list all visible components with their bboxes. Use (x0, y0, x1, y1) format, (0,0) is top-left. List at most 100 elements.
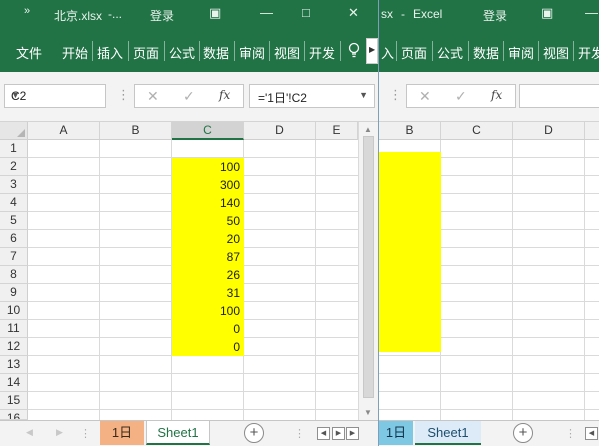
add-sheet-button[interactable]: + (244, 423, 264, 443)
file-name: 北京.xlsx (54, 9, 103, 23)
highlighted-range[interactable] (379, 152, 441, 352)
cell-c6[interactable]: 20 (172, 230, 244, 248)
scroll-left-button[interactable]: ◀ (317, 427, 330, 440)
row-header[interactable]: 6 (0, 230, 28, 248)
row-header[interactable]: 15 (0, 392, 28, 410)
row-header[interactable]: 16 (0, 410, 28, 420)
sheet-tab-sheet1[interactable]: Sheet1 (415, 421, 481, 445)
chevron-down-icon[interactable]: ▼ (11, 90, 101, 100)
cell-c9[interactable]: 31 (172, 284, 244, 302)
cancel-icon[interactable]: ✕ (419, 88, 431, 105)
add-sheet-button[interactable]: + (513, 423, 533, 443)
column-header-c[interactable]: C (172, 122, 244, 140)
scroll-left-button[interactable]: ◀ (585, 427, 598, 440)
scroll-right-button[interactable]: ▶ (332, 427, 345, 440)
column-header-b[interactable]: B (100, 122, 172, 140)
cell-c10[interactable]: 100 (172, 302, 244, 320)
login-link[interactable]: 登录 (150, 7, 174, 24)
column-header-b[interactable]: B (379, 122, 441, 140)
cell-c5[interactable]: 50 (172, 212, 244, 230)
tab-insert[interactable]: 插入 (97, 43, 123, 62)
column-header-c[interactable]: C (441, 122, 513, 140)
sheet-tab-sheet1[interactable]: Sheet1 (146, 421, 210, 445)
sheet-tab-1ri[interactable]: 1日 (379, 421, 413, 445)
insert-function-icon[interactable]: fx (219, 88, 230, 102)
cell-c7[interactable]: 87 (172, 248, 244, 266)
tab-page-layout[interactable]: 页面 (401, 43, 427, 62)
row-header[interactable]: 2 (0, 158, 28, 176)
ribbon-scroll-right-button[interactable]: ▶ (366, 38, 378, 64)
column-header-e[interactable]: E (316, 122, 358, 140)
row-header[interactable]: 14 (0, 374, 28, 392)
enter-check-icon[interactable]: ✓ (455, 88, 467, 105)
tab-data[interactable]: 数据 (473, 43, 499, 62)
cell-grid[interactable]: 100 300 140 50 20 87 26 31 100 0 0 (28, 140, 358, 420)
column-header-a[interactable]: A (28, 122, 100, 140)
sheet-tab-1ri[interactable]: 1日 (100, 421, 144, 445)
tab-page-layout[interactable]: 页面 (133, 43, 159, 62)
scroll-down-icon[interactable]: ▼ (364, 408, 372, 417)
cell-c3[interactable]: 300 (172, 176, 244, 194)
vertical-scrollbar[interactable]: ▲ ▼ (358, 122, 378, 420)
insert-function-icon[interactable]: fx (491, 88, 502, 102)
row-header[interactable]: 4 (0, 194, 28, 212)
enter-check-icon[interactable]: ✓ (183, 88, 195, 105)
formula-input[interactable] (519, 84, 599, 108)
chevron-down-icon[interactable]: ▼ (359, 90, 368, 100)
tab-file[interactable]: 文件 (16, 43, 42, 62)
row-header[interactable]: 12 (0, 338, 28, 356)
tab-view[interactable]: 视图 (274, 43, 300, 62)
formula-buttons: ✕ ✓ fx (406, 84, 516, 108)
tab-formulas[interactable]: 公式 (437, 43, 463, 62)
close-icon[interactable]: ✕ (348, 5, 359, 21)
row-header[interactable]: 13 (0, 356, 28, 374)
minimize-icon[interactable]: — (585, 5, 598, 20)
row-header[interactable]: 9 (0, 284, 28, 302)
login-link[interactable]: 登录 (483, 7, 507, 24)
tab-review[interactable]: 审阅 (239, 43, 265, 62)
row-header[interactable]: 7 (0, 248, 28, 266)
tab-review[interactable]: 审阅 (508, 43, 534, 62)
cell-c11[interactable]: 0 (172, 320, 244, 338)
cell-c2[interactable]: 100 (172, 158, 244, 176)
quick-access-icon[interactable]: » (24, 5, 30, 17)
lightbulb-icon[interactable] (348, 42, 360, 60)
column-header-partial[interactable] (585, 122, 599, 140)
tab-view[interactable]: 视图 (543, 43, 569, 62)
cell-c8[interactable]: 26 (172, 266, 244, 284)
row-header[interactable]: 11 (0, 320, 28, 338)
formula-input[interactable]: ='1日'!C2 ▼ (249, 84, 375, 108)
cancel-icon[interactable]: ✕ (147, 88, 159, 105)
drag-handle-icon[interactable]: ⋮ (117, 87, 130, 103)
cell-c12[interactable]: 0 (172, 338, 244, 356)
row-header[interactable]: 3 (0, 176, 28, 194)
tab-developer[interactable]: 开发 (309, 43, 335, 62)
row-header[interactable]: 1 (0, 140, 28, 158)
select-all-corner[interactable] (0, 122, 28, 140)
row-header[interactable]: 5 (0, 212, 28, 230)
tab-developer[interactable]: 开发 (578, 43, 599, 62)
prev-sheet-icon[interactable]: ◀ (26, 427, 33, 438)
restore-icon[interactable]: □ (302, 5, 310, 20)
title-bar: » 北京.xlsx -... 登录 ▣ — □ ✕ (0, 0, 378, 30)
tab-data[interactable]: 数据 (203, 43, 229, 62)
scroll-right-end-button[interactable]: ▶ (346, 427, 359, 440)
tab-insert-partial[interactable]: 入 (381, 43, 394, 62)
scroll-up-icon[interactable]: ▲ (364, 125, 372, 134)
scroll-thumb[interactable] (363, 136, 374, 398)
ribbon-display-options-icon[interactable]: ▣ (209, 5, 221, 21)
row-header[interactable]: 8 (0, 266, 28, 284)
cell-c4[interactable]: 140 (172, 194, 244, 212)
tab-home[interactable]: 开始 (62, 43, 88, 62)
minimize-icon[interactable]: — (260, 5, 273, 20)
row-header[interactable]: 10 (0, 302, 28, 320)
name-box[interactable]: C2 ▼ (4, 84, 106, 108)
next-sheet-icon[interactable]: ▶ (56, 427, 63, 438)
cell-grid[interactable] (379, 140, 599, 420)
column-header-d[interactable]: D (244, 122, 316, 140)
column-header-d[interactable]: D (513, 122, 585, 140)
ribbon-display-options-icon[interactable]: ▣ (541, 5, 553, 21)
formula-bar: C2 ▼ ⋮ ✕ ✓ fx ='1日'!C2 ▼ (0, 72, 378, 122)
drag-handle-icon[interactable]: ⋮ (389, 87, 402, 103)
tab-formulas[interactable]: 公式 (169, 43, 195, 62)
